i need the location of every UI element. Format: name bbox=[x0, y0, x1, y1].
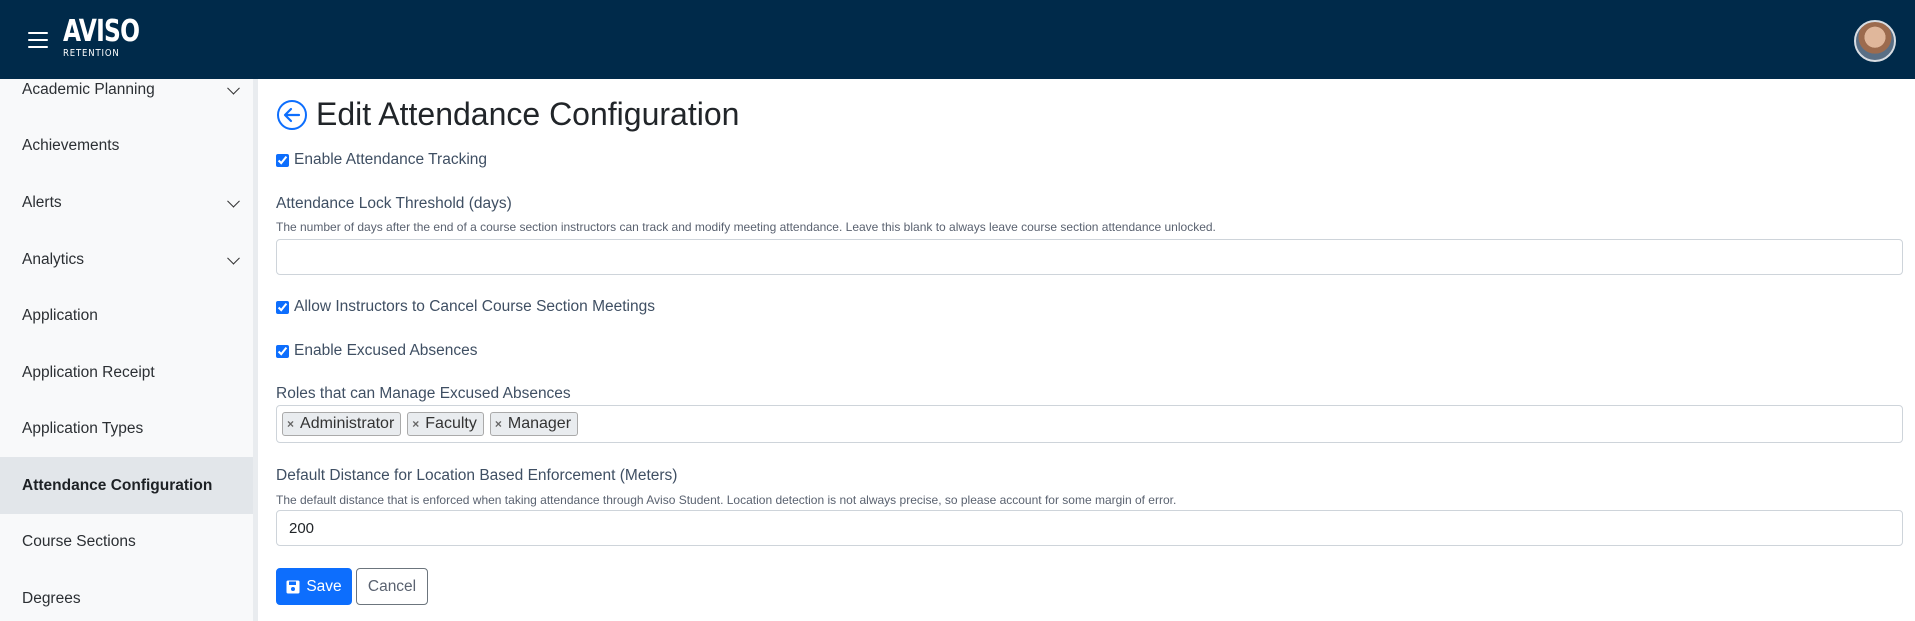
sidebar-item-application-types[interactable]: Application Types bbox=[0, 400, 253, 457]
checkbox-label: Enable Attendance Tracking bbox=[294, 151, 488, 168]
sidebar-item-analytics[interactable]: Analytics bbox=[0, 231, 253, 288]
sidebar-item-academic-planning[interactable]: Academic Planning bbox=[0, 79, 253, 118]
sidebar-item-label: Achievements bbox=[22, 136, 120, 154]
distance-label: Default Distance for Location Based Enfo… bbox=[276, 467, 678, 484]
role-tag-manager: × Manager bbox=[489, 412, 579, 436]
tag-label: Manager bbox=[507, 415, 572, 432]
tag-label: Administrator bbox=[300, 415, 395, 432]
remove-tag-icon[interactable]: × bbox=[287, 417, 294, 431]
hamburger-menu-icon[interactable] bbox=[28, 32, 48, 48]
sidebar: Academic Planning Achievements Alerts An… bbox=[0, 79, 253, 621]
distance-help: The default distance that is enforced wh… bbox=[276, 493, 1177, 507]
sidebar-item-degrees[interactable]: Degrees bbox=[0, 570, 253, 621]
logo-main-text: AVISO bbox=[63, 14, 140, 49]
sidebar-item-label: Analytics bbox=[22, 250, 85, 268]
sidebar-item-attendance-configuration[interactable]: Attendance Configuration bbox=[0, 457, 253, 514]
distance-input[interactable] bbox=[276, 510, 1903, 546]
checkbox-label: Allow Instructors to Cancel Course Secti… bbox=[294, 298, 655, 315]
sidebar-item-label: Academic Planning bbox=[22, 80, 155, 98]
save-button[interactable]: Save bbox=[276, 568, 352, 605]
top-navbar: AVISO RETENTION bbox=[0, 0, 1915, 79]
sidebar-scrollbar[interactable] bbox=[253, 79, 258, 621]
sidebar-item-application-receipt[interactable]: Application Receipt bbox=[0, 344, 253, 401]
save-label: Save bbox=[306, 577, 342, 595]
lock-threshold-help: The number of days after the end of a co… bbox=[276, 220, 1216, 234]
logo-sub-text: RETENTION bbox=[63, 48, 120, 59]
roles-multiselect[interactable]: × Administrator × Faculty × Manager bbox=[276, 405, 1903, 443]
chevron-down-icon bbox=[227, 194, 240, 208]
sidebar-item-alerts[interactable]: Alerts bbox=[0, 174, 253, 231]
lock-threshold-label: Attendance Lock Threshold (days) bbox=[276, 195, 512, 212]
user-avatar[interactable] bbox=[1854, 20, 1896, 62]
remove-tag-icon[interactable]: × bbox=[495, 417, 502, 431]
sidebar-item-label: Application bbox=[22, 306, 98, 324]
sidebar-item-label: Attendance Configuration bbox=[22, 476, 213, 494]
sidebar-item-label: Application Receipt bbox=[22, 363, 155, 381]
back-arrow-icon[interactable] bbox=[276, 99, 308, 131]
page-header: Edit Attendance Configuration bbox=[276, 96, 739, 133]
aviso-retention-logo[interactable]: AVISO RETENTION bbox=[63, 16, 161, 60]
sidebar-item-label: Application Types bbox=[22, 419, 144, 437]
allow-cancel-meetings-input[interactable] bbox=[276, 300, 289, 314]
cancel-button[interactable]: Cancel bbox=[356, 568, 428, 605]
remove-tag-icon[interactable]: × bbox=[412, 417, 419, 431]
floppy-disk-icon bbox=[286, 580, 300, 593]
chevron-down-icon bbox=[227, 251, 240, 265]
sidebar-item-application[interactable]: Application bbox=[0, 287, 253, 344]
sidebar-item-label: Alerts bbox=[22, 193, 62, 211]
checkbox-label: Enable Excused Absences bbox=[294, 342, 478, 359]
sidebar-item-course-sections[interactable]: Course Sections bbox=[0, 513, 253, 570]
page-title: Edit Attendance Configuration bbox=[316, 96, 740, 132]
cancel-label: Cancel bbox=[367, 577, 417, 595]
role-tag-administrator: × Administrator bbox=[282, 412, 402, 436]
allow-cancel-meetings-checkbox[interactable]: Allow Instructors to Cancel Course Secti… bbox=[276, 298, 655, 316]
enable-attendance-tracking-input[interactable] bbox=[276, 153, 289, 167]
sidebar-item-label: Course Sections bbox=[22, 532, 136, 550]
tag-label: Faculty bbox=[425, 415, 477, 432]
role-tag-faculty: × Faculty bbox=[407, 412, 484, 436]
roles-label: Roles that can Manage Excused Absences bbox=[276, 385, 571, 402]
lock-threshold-input[interactable] bbox=[276, 239, 1903, 275]
chevron-down-icon bbox=[227, 81, 240, 95]
sidebar-item-achievements[interactable]: Achievements bbox=[0, 117, 253, 174]
enable-excused-absences-input[interactable] bbox=[276, 344, 289, 358]
sidebar-item-label: Degrees bbox=[22, 589, 81, 607]
enable-excused-absences-checkbox[interactable]: Enable Excused Absences bbox=[276, 342, 478, 360]
enable-attendance-tracking-checkbox[interactable]: Enable Attendance Tracking bbox=[276, 151, 487, 169]
